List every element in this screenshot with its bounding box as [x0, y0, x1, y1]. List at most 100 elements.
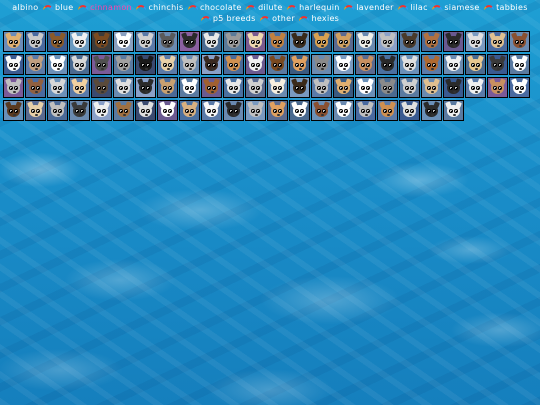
pet-tile[interactable]	[289, 77, 310, 98]
nav-item[interactable]: albino	[12, 3, 38, 12]
nav-link[interactable]: other	[272, 14, 295, 23]
pet-tile[interactable]	[465, 31, 486, 52]
nav-link[interactable]: lavender	[356, 3, 394, 12]
pet-tile[interactable]	[135, 100, 156, 121]
pet-tile[interactable]	[333, 100, 354, 121]
pet-tile[interactable]	[465, 54, 486, 75]
pet-tile[interactable]	[245, 77, 266, 98]
pet-tile[interactable]	[421, 77, 442, 98]
nav-link[interactable]: p5 breeds	[213, 14, 256, 23]
nav-item[interactable]: siamese	[432, 3, 479, 12]
pet-tile[interactable]	[223, 31, 244, 52]
nav-item[interactable]: other	[260, 14, 295, 23]
pet-tile[interactable]	[377, 100, 398, 121]
pet-tile[interactable]	[399, 77, 420, 98]
nav-item[interactable]: dilute	[246, 3, 282, 12]
pet-tile[interactable]	[3, 54, 24, 75]
pet-tile[interactable]	[421, 54, 442, 75]
pet-tile[interactable]	[333, 54, 354, 75]
pet-tile[interactable]	[245, 54, 266, 75]
pet-tile[interactable]	[267, 54, 288, 75]
nav-link[interactable]: lilac	[410, 3, 427, 12]
pet-tile[interactable]	[179, 77, 200, 98]
pet-tile[interactable]	[333, 31, 354, 52]
nav-item[interactable]: cinnamon	[78, 3, 132, 12]
nav-link[interactable]: chinchis	[148, 3, 183, 12]
pet-tile[interactable]	[443, 100, 464, 121]
pet-tile[interactable]	[25, 54, 46, 75]
pet-tile[interactable]	[179, 100, 200, 121]
pet-tile[interactable]	[509, 31, 530, 52]
nav-link[interactable]: siamese	[444, 3, 479, 12]
pet-tile[interactable]	[245, 31, 266, 52]
pet-tile[interactable]	[333, 77, 354, 98]
pet-tile[interactable]	[135, 77, 156, 98]
pet-tile[interactable]	[179, 54, 200, 75]
nav-item[interactable]: hexies	[299, 14, 339, 23]
pet-tile[interactable]	[113, 77, 134, 98]
pet-tile[interactable]	[487, 54, 508, 75]
pet-tile[interactable]	[311, 31, 332, 52]
pet-tile[interactable]	[91, 100, 112, 121]
pet-tile[interactable]	[509, 54, 530, 75]
pet-tile[interactable]	[311, 77, 332, 98]
nav-link[interactable]: dilute	[258, 3, 282, 12]
pet-tile[interactable]	[487, 31, 508, 52]
pet-tile[interactable]	[289, 31, 310, 52]
pet-tile[interactable]	[135, 31, 156, 52]
pet-tile[interactable]	[91, 31, 112, 52]
nav-item[interactable]: chinchis	[136, 3, 183, 12]
pet-tile[interactable]	[377, 77, 398, 98]
pet-tile[interactable]	[201, 54, 222, 75]
pet-tile[interactable]	[91, 77, 112, 98]
pet-tile[interactable]	[223, 77, 244, 98]
pet-tile[interactable]	[443, 77, 464, 98]
pet-tile[interactable]	[157, 77, 178, 98]
pet-tile[interactable]	[267, 31, 288, 52]
pet-tile[interactable]	[179, 31, 200, 52]
pet-tile[interactable]	[245, 100, 266, 121]
nav-link[interactable]: tabbies	[496, 3, 528, 12]
pet-tile[interactable]	[25, 100, 46, 121]
nav-item[interactable]: lilac	[398, 3, 427, 12]
pet-tile[interactable]	[443, 31, 464, 52]
pet-tile[interactable]	[465, 77, 486, 98]
pet-tile[interactable]	[69, 31, 90, 52]
pet-tile[interactable]	[25, 77, 46, 98]
pet-tile[interactable]	[223, 54, 244, 75]
pet-tile[interactable]	[47, 77, 68, 98]
nav-link[interactable]: albino	[12, 3, 38, 12]
pet-tile[interactable]	[355, 54, 376, 75]
pet-tile[interactable]	[69, 100, 90, 121]
pet-tile[interactable]	[399, 100, 420, 121]
pet-tile[interactable]	[201, 31, 222, 52]
pet-tile[interactable]	[487, 77, 508, 98]
pet-tile[interactable]	[3, 100, 24, 121]
pet-tile[interactable]	[355, 100, 376, 121]
pet-tile[interactable]	[69, 77, 90, 98]
pet-tile[interactable]	[3, 77, 24, 98]
pet-tile[interactable]	[157, 54, 178, 75]
nav-item[interactable]: p5 breeds	[200, 14, 256, 23]
pet-tile[interactable]	[47, 31, 68, 52]
nav-link[interactable]: harlequin	[299, 3, 340, 12]
nav-link[interactable]: cinnamon	[90, 3, 132, 12]
pet-tile[interactable]	[91, 54, 112, 75]
nav-item[interactable]: harlequin	[287, 3, 340, 12]
pet-tile[interactable]	[377, 31, 398, 52]
pet-tile[interactable]	[201, 77, 222, 98]
pet-tile[interactable]	[69, 54, 90, 75]
pet-tile[interactable]	[135, 54, 156, 75]
pet-tile[interactable]	[223, 100, 244, 121]
pet-tile[interactable]	[267, 77, 288, 98]
pet-tile[interactable]	[399, 54, 420, 75]
nav-item[interactable]: blue	[43, 3, 74, 12]
pet-tile[interactable]	[267, 100, 288, 121]
nav-item[interactable]: tabbies	[484, 3, 528, 12]
pet-tile[interactable]	[289, 54, 310, 75]
pet-tile[interactable]	[355, 77, 376, 98]
pet-tile[interactable]	[311, 54, 332, 75]
pet-tile[interactable]	[3, 31, 24, 52]
nav-link[interactable]: blue	[55, 3, 74, 12]
pet-tile[interactable]	[311, 100, 332, 121]
